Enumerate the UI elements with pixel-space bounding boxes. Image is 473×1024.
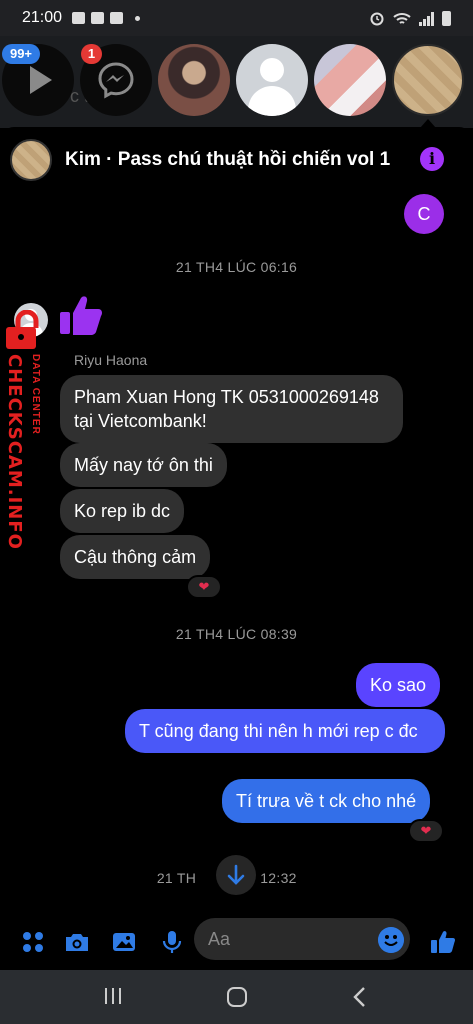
watermark: CHECKSCAM.INFO DATA CENTER xyxy=(2,310,52,550)
timestamp: 12:32 xyxy=(260,870,297,886)
outgoing-message[interactable]: Tí trưa về t ck cho nhé xyxy=(222,779,431,823)
chat-head-books-avatar[interactable] xyxy=(314,44,386,116)
conversation-title[interactable]: Kim · Pass chú thuật hồi chiến vol 1 xyxy=(65,149,390,171)
heart-reaction[interactable]: ❤ xyxy=(186,575,222,599)
composer-bar xyxy=(0,917,473,967)
outgoing-message[interactable]: Ko sao xyxy=(356,663,441,707)
status-bar: 21:00 xyxy=(0,0,473,36)
lock-icon xyxy=(6,310,39,349)
home-icon[interactable] xyxy=(225,985,249,1009)
conversation-avatar[interactable] xyxy=(10,139,52,181)
chat-panel: Kim · Pass chú thuật hồi chiến vol 1 i C… xyxy=(0,127,473,970)
app-notification-icon xyxy=(110,12,124,24)
unread-badge-video: 99+ xyxy=(2,44,40,64)
arrow-down-icon xyxy=(227,864,245,885)
scroll-to-bottom-button[interactable] xyxy=(216,855,256,895)
incoming-message[interactable]: Mấy nay tớ ôn thi xyxy=(60,443,227,487)
incoming-message[interactable]: Ko rep ib dc xyxy=(60,489,185,533)
more-notifications-icon xyxy=(135,15,141,21)
thumbs-up-icon xyxy=(60,296,102,335)
mic-icon[interactable] xyxy=(159,929,185,955)
incoming-message[interactable]: Cậu thông cảm xyxy=(60,535,211,579)
unread-badge-messenger: 1 xyxy=(81,44,102,64)
battery-icon xyxy=(442,11,451,26)
sender-name: Riyu Haona xyxy=(74,352,148,368)
camera-icon[interactable] xyxy=(64,929,90,955)
outgoing-message[interactable]: T cũng đang thi nên h mới rep c đc xyxy=(125,709,445,753)
incoming-message[interactable]: Pham Xuan Hong TK 0531000269148 tại Viet… xyxy=(60,375,403,443)
image-icon[interactable] xyxy=(111,929,137,955)
recents-icon[interactable] xyxy=(102,985,124,1007)
watermark-subtext: DATA CENTER xyxy=(30,354,41,435)
play-icon xyxy=(30,66,52,94)
emoji-icon[interactable] xyxy=(378,927,404,953)
apps-icon[interactable] xyxy=(20,929,46,955)
messenger-icon xyxy=(98,62,134,99)
status-system-icons xyxy=(369,10,451,26)
timestamp: 21 TH4 LÚC 06:16 xyxy=(175,259,298,275)
timestamp: 21 TH4 LÚC 08:39 xyxy=(175,626,298,642)
info-icon[interactable]: i xyxy=(420,147,444,171)
heart-reaction[interactable]: ❤ xyxy=(408,819,444,843)
chat-head-active-avatar[interactable] xyxy=(392,44,464,116)
folder-notification-icon xyxy=(91,12,105,24)
system-navigation-bar xyxy=(0,970,473,1024)
status-time: 21:00 xyxy=(22,9,63,26)
like-icon[interactable] xyxy=(430,929,456,955)
alarm-icon xyxy=(370,12,384,26)
chat-head-anime-avatar[interactable] xyxy=(158,44,230,116)
back-icon[interactable] xyxy=(350,985,370,1009)
status-notification-icons xyxy=(72,12,141,24)
chat-header: Kim · Pass chú thuật hồi chiến vol 1 i xyxy=(0,127,473,191)
my-avatar[interactable]: C xyxy=(404,194,444,234)
signal-icon xyxy=(419,12,434,26)
gallery-notification-icon xyxy=(72,12,86,24)
watermark-text: CHECKSCAM.INFO xyxy=(4,354,25,550)
wifi-icon xyxy=(393,13,411,24)
chat-head-default-avatar[interactable] xyxy=(236,44,308,116)
